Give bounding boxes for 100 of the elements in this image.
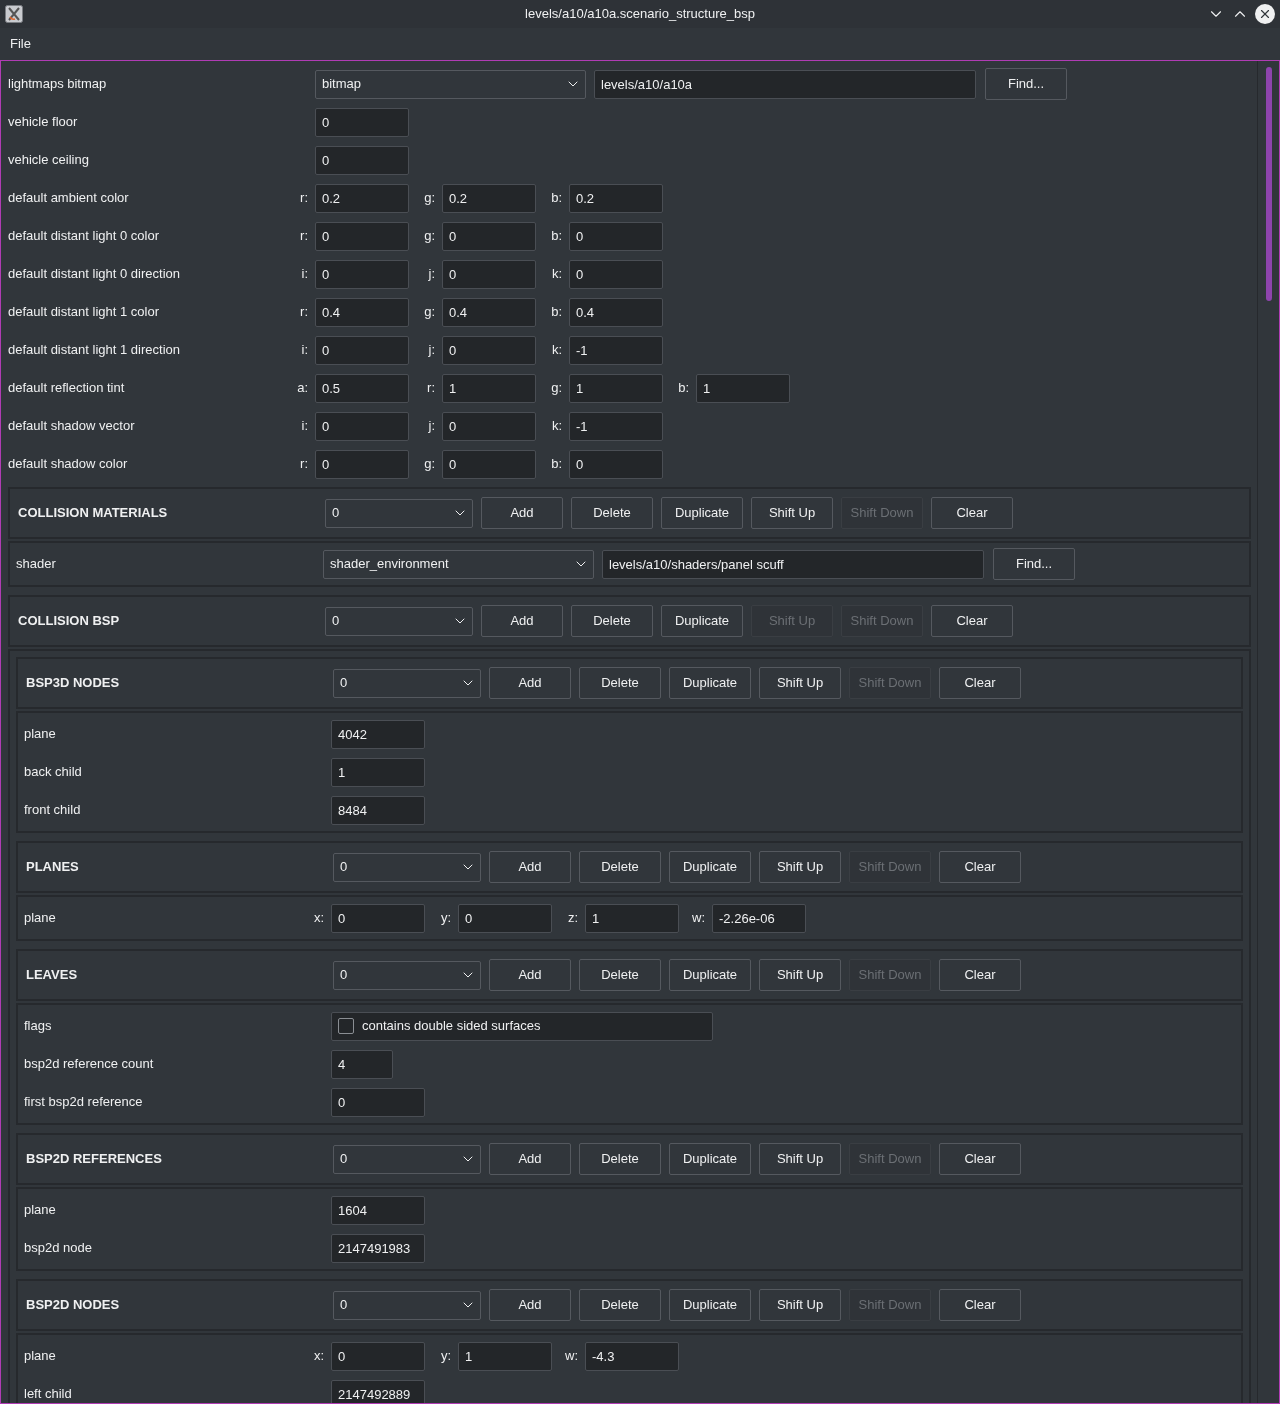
number-field[interactable]: 2147492889 [331,1379,425,1403]
number-field[interactable]: 8484 [331,795,425,825]
field-label: first bsp2d reference [24,1093,144,1112]
number-field[interactable]: 0.4 [442,297,536,327]
number-field[interactable]: 0 [569,259,663,289]
path-field[interactable]: levels/a10/shaders/panel scuff [602,549,984,579]
number-field[interactable]: 1 [569,373,663,403]
block-action-button[interactable]: Clear [939,959,1021,991]
block-action-button[interactable]: Shift Up [759,1289,841,1321]
number-field[interactable]: 0 [315,145,409,175]
number-field[interactable]: 0 [569,449,663,479]
number-field[interactable]: 2147491983 [331,1233,425,1263]
flag-label: contains double sided surfaces [362,1017,541,1036]
menu-item[interactable]: File [4,34,37,54]
class-dropdown[interactable]: bitmap [315,69,586,99]
number-field[interactable]: 0.4 [569,297,663,327]
class-dropdown[interactable]: 0 [333,668,481,698]
number-field[interactable]: 0 [315,335,409,365]
field-label: shader [16,555,57,574]
path-field[interactable]: levels/a10/a10a [594,69,976,99]
block-action-button[interactable]: Shift Up [759,851,841,883]
block-action-button[interactable]: Duplicate [661,605,743,637]
number-field[interactable]: 0.5 [315,373,409,403]
block-action-button[interactable]: Delete [571,497,653,529]
number-field[interactable]: 4 [331,1049,393,1079]
number-field[interactable]: 1 [696,373,790,403]
number-field[interactable]: 0 [331,1087,425,1117]
number-field[interactable]: -4.3 [585,1341,679,1371]
block-action-button[interactable]: Duplicate [669,1289,751,1321]
class-dropdown[interactable]: 0 [333,1290,481,1320]
number-field[interactable]: 0 [442,221,536,251]
block-action-button[interactable]: Shift Up [759,959,841,991]
block-action-button[interactable]: Clear [931,497,1013,529]
number-field[interactable]: 0.4 [315,297,409,327]
number-field[interactable]: 0 [315,411,409,441]
number-field[interactable]: 0 [442,259,536,289]
axis-label: x: [312,909,324,928]
block-action-button[interactable]: Shift Up [751,497,833,529]
block-action-button[interactable]: Add [489,959,571,991]
number-field[interactable]: 0.2 [315,183,409,213]
number-field[interactable]: 0 [315,449,409,479]
find-button[interactable]: Find... [985,68,1067,100]
number-field[interactable]: -2.26e-06 [712,903,806,933]
number-field[interactable]: -1 [569,335,663,365]
block-action-button[interactable]: Add [489,667,571,699]
class-dropdown[interactable]: 0 [325,606,473,636]
class-dropdown[interactable]: shader_environment [323,549,594,579]
block-action-button[interactable]: Clear [931,605,1013,637]
find-button[interactable]: Find... [993,548,1075,580]
close-icon[interactable] [1255,4,1275,24]
block-action-button[interactable]: Add [481,605,563,637]
block-title: BSP3D NODES [26,674,121,693]
block-action-button[interactable]: Shift Up [759,667,841,699]
number-field[interactable]: 1 [331,757,425,787]
block-action-button[interactable]: Clear [939,1143,1021,1175]
block-action-button[interactable]: Add [489,1289,571,1321]
block-action-button[interactable]: Delete [579,959,661,991]
block-action-button[interactable]: Add [481,497,563,529]
number-field[interactable]: 0 [315,221,409,251]
number-field[interactable]: 0.2 [442,183,536,213]
class-dropdown[interactable]: 0 [333,960,481,990]
number-field[interactable]: 0 [442,411,536,441]
block-action-button[interactable]: Duplicate [669,851,751,883]
number-field[interactable]: 0 [442,449,536,479]
block-action-button[interactable]: Clear [939,851,1021,883]
class-dropdown[interactable]: 0 [333,1144,481,1174]
field-label: plane [24,725,57,744]
block-action-button[interactable]: Duplicate [661,497,743,529]
block-action-button[interactable]: Delete [571,605,653,637]
number-field[interactable]: 1 [585,903,679,933]
field-label: vehicle ceiling [8,151,90,170]
block-action-button[interactable]: Shift Up [759,1143,841,1175]
number-field[interactable]: 0 [331,903,425,933]
number-field[interactable]: 1604 [331,1195,425,1225]
number-field[interactable]: 0 [331,1341,425,1371]
number-field[interactable]: -1 [569,411,663,441]
number-field[interactable]: 0 [315,107,409,137]
block-action-button[interactable]: Clear [939,1289,1021,1321]
block-action-button[interactable]: Delete [579,851,661,883]
number-field[interactable]: 0 [315,259,409,289]
number-field[interactable]: 0 [442,335,536,365]
block-action-button[interactable]: Clear [939,667,1021,699]
number-field[interactable]: 1 [442,373,536,403]
block-action-button[interactable]: Delete [579,1289,661,1321]
block-action-button[interactable]: Delete [579,667,661,699]
block-action-button[interactable]: Delete [579,1143,661,1175]
number-field[interactable]: 4042 [331,719,425,749]
block-action-button[interactable]: Add [489,851,571,883]
block-action-button[interactable]: Add [489,1143,571,1175]
block-action-button[interactable]: Duplicate [669,959,751,991]
checkbox[interactable] [338,1018,354,1034]
number-field[interactable]: 0.2 [569,183,663,213]
axis-label: r: [299,455,308,474]
number-field[interactable]: 0 [569,221,663,251]
block-action-button[interactable]: Duplicate [669,667,751,699]
class-dropdown[interactable]: 0 [333,852,481,882]
number-field[interactable]: 0 [458,903,552,933]
block-action-button[interactable]: Duplicate [669,1143,751,1175]
number-field[interactable]: 1 [458,1341,552,1371]
class-dropdown[interactable]: 0 [325,498,473,528]
